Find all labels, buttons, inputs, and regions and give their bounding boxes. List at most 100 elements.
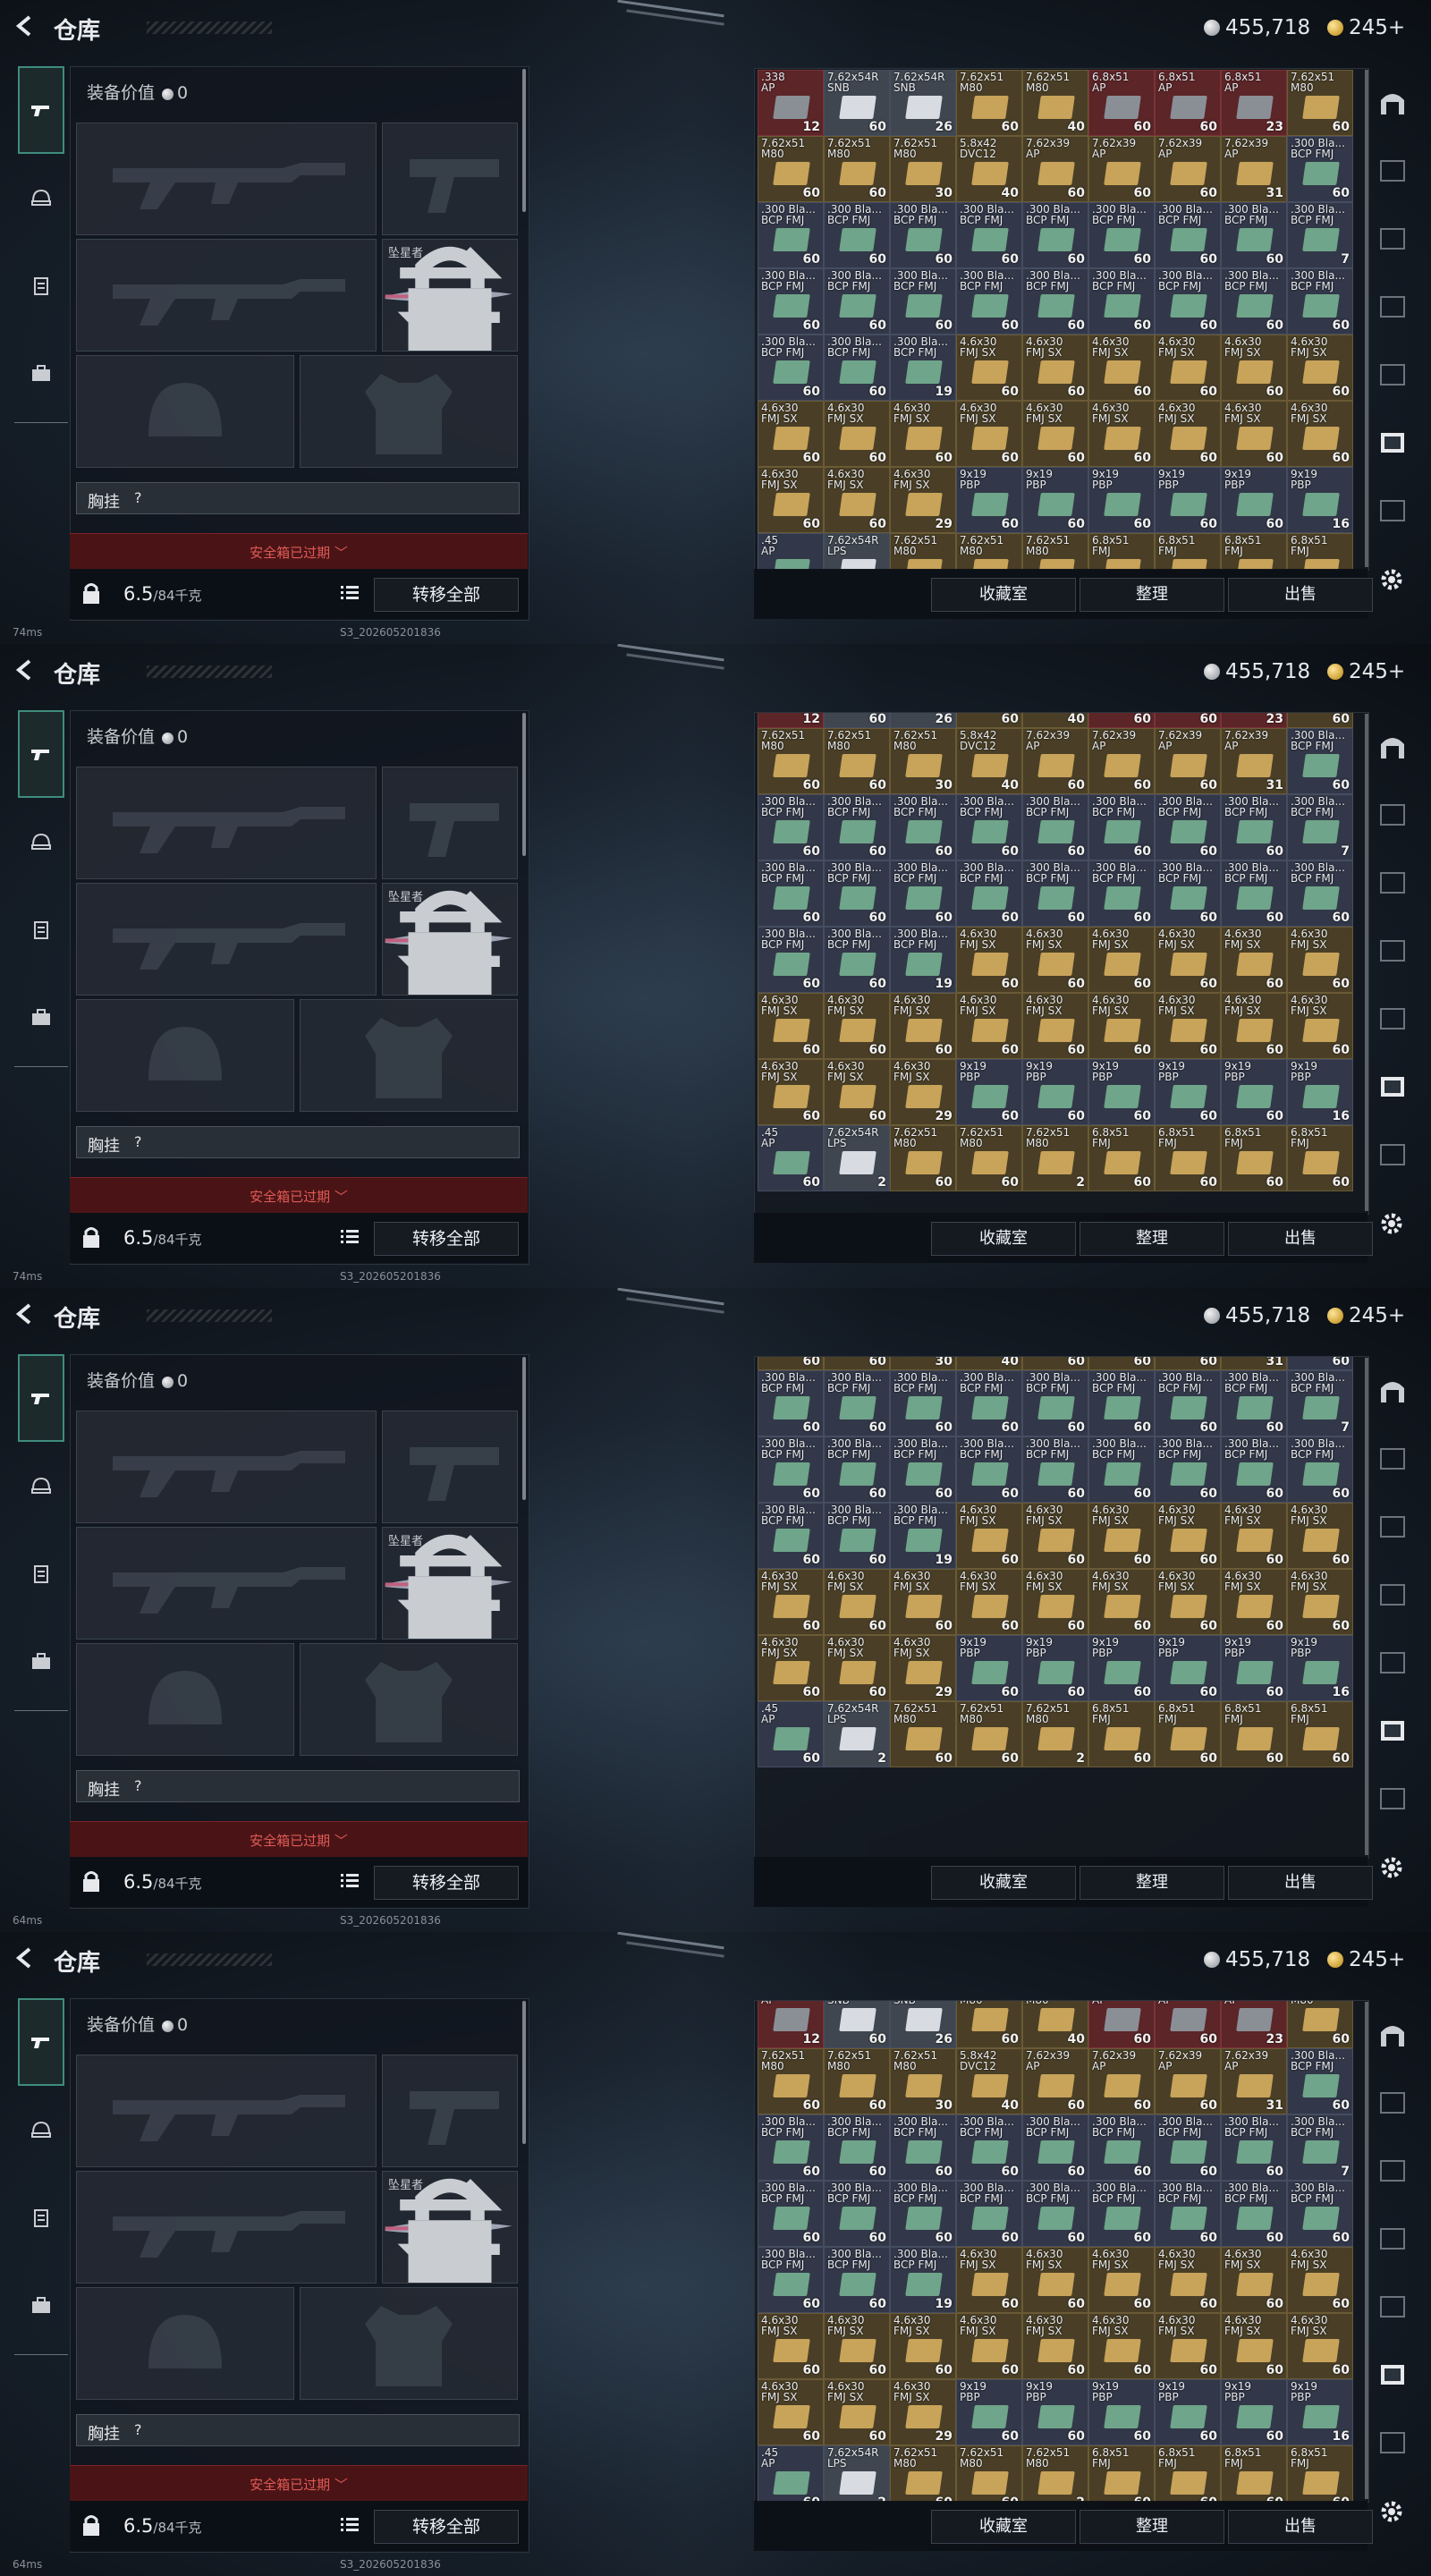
helmet-slot[interactable] bbox=[76, 1643, 294, 1756]
ammo-item[interactable]: 7.62x51M8060 bbox=[758, 728, 824, 794]
ammo-item[interactable]: 5.8x42DVC1240 bbox=[956, 2048, 1022, 2114]
ammo-item[interactable]: 7.62x39AP31 bbox=[1221, 728, 1287, 794]
ammo-item[interactable]: .300 Bla...BCP FMJ60 bbox=[824, 202, 890, 268]
ammo-item[interactable]: .300 Bla... BCP FMJ 7 bbox=[1287, 1370, 1353, 1436]
ammo-item[interactable]: 4.6x30 FMJ SX 60 bbox=[1221, 927, 1287, 993]
arch-storage-icon[interactable] bbox=[1377, 88, 1408, 118]
ammo-item[interactable]: 4.6x30 FMJ SX 60 bbox=[1287, 2313, 1353, 2379]
ammo-item[interactable]: .300 Bla...BCP FMJ60 bbox=[1287, 1436, 1353, 1503]
ammo-item[interactable]: 6.8x51FMJ60 bbox=[1221, 2445, 1287, 2502]
ammo-item[interactable]: .338AP12 bbox=[758, 70, 824, 136]
ammo-item[interactable]: 4.6x30 FMJ SX 60 bbox=[956, 401, 1022, 467]
ammo-item[interactable]: 6.8x51FMJ60 bbox=[1088, 2445, 1155, 2502]
ammo-item[interactable]: 4.6x30 FMJ SX 60 bbox=[1088, 335, 1155, 401]
ammo-item[interactable]: 6.8x51AP60 bbox=[1088, 713, 1155, 728]
chest-rig-slot[interactable]: 胸挂 ? bbox=[76, 2414, 520, 2446]
ammo-item[interactable]: 7.62x51M8040 bbox=[1022, 2001, 1088, 2048]
settings-gear-icon[interactable] bbox=[1377, 1209, 1406, 1238]
ammo-item[interactable]: 4.6x30 FMJ SX 60 bbox=[1287, 335, 1353, 401]
ammo-item[interactable]: .300 Bla...BCP FMJ60 bbox=[1287, 2048, 1353, 2114]
pistol-slot[interactable] bbox=[382, 767, 518, 879]
ammo-item[interactable]: 4.6x30 FMJ SX 60 bbox=[1155, 2313, 1221, 2379]
ammo-item[interactable]: .300 Bla... BCP FMJ 19 bbox=[890, 335, 956, 401]
ammo-item[interactable]: 5.8x42DVC1240 bbox=[956, 1357, 1022, 1370]
ammo-item[interactable]: 6.8x51FMJ60 bbox=[1287, 1701, 1353, 1767]
ammo-item[interactable]: .300 Bla...BCP FMJ60 bbox=[758, 927, 824, 993]
ammo-item[interactable]: 7.62x51M8060 bbox=[758, 2048, 824, 2114]
ammo-item[interactable]: 4.6x30 FMJ SX 60 bbox=[1022, 927, 1088, 993]
ammo-item[interactable]: 9x19 PBP 60 bbox=[1221, 2379, 1287, 2445]
list-icon[interactable] bbox=[340, 1227, 360, 1247]
ammo-item[interactable]: 7.62x51M8060 bbox=[890, 2445, 956, 2502]
nav-weapons-tab[interactable] bbox=[18, 710, 64, 798]
settings-gear-icon[interactable] bbox=[1377, 1853, 1406, 1882]
primary-weapon-slot[interactable] bbox=[76, 1411, 377, 1523]
pistol-slot[interactable] bbox=[382, 123, 518, 235]
ammo-item[interactable]: 4.6x30 FMJ SX 60 bbox=[1221, 1569, 1287, 1635]
ammo-item[interactable]: .300 Bla...BCP FMJ60 bbox=[758, 1503, 824, 1569]
secondary-weapon-slot[interactable] bbox=[76, 883, 377, 996]
nav-vest-tab[interactable] bbox=[20, 1553, 63, 1596]
ammo-item[interactable]: 4.6x30 FMJ SX 60 bbox=[824, 2313, 890, 2379]
storage-tab-active-icon[interactable] bbox=[1377, 1072, 1408, 1102]
ammo-item[interactable]: .300 Bla...BCP FMJ60 bbox=[1022, 860, 1088, 927]
ammo-item[interactable]: .300 Bla...BCP FMJ60 bbox=[824, 927, 890, 993]
ammo-item[interactable]: 6.8x51AP23 bbox=[1221, 70, 1287, 136]
ammo-item[interactable]: 7.62x54RLPS2 bbox=[824, 1701, 890, 1767]
list-icon[interactable] bbox=[340, 1871, 360, 1891]
collection-room-button[interactable]: 收藏室 bbox=[931, 2510, 1076, 2544]
ammo-item[interactable]: 9x19 PBP 60 bbox=[1155, 1059, 1221, 1125]
melee-slot[interactable]: 坠星者 bbox=[382, 239, 518, 352]
safe-box-expired-banner[interactable]: 安全箱已过期 ﹀ bbox=[70, 1821, 528, 1858]
melee-slot[interactable]: 坠星者 bbox=[382, 2171, 518, 2284]
ammo-item[interactable]: .300 Bla...BCP FMJ60 bbox=[824, 335, 890, 401]
ammo-item[interactable]: 7.62x51M8060 bbox=[824, 136, 890, 202]
ammo-item[interactable]: .300 Bla...BCP FMJ60 bbox=[758, 1370, 824, 1436]
ammo-item[interactable]: 9x19 PBP 60 bbox=[1022, 1059, 1088, 1125]
nav-backpack-tab[interactable] bbox=[20, 352, 63, 395]
storage-tab-icon[interactable] bbox=[1377, 1648, 1408, 1678]
ammo-item[interactable]: .300 Bla...BCP FMJ60 bbox=[956, 202, 1022, 268]
ammo-item[interactable]: 7.62x51M8040 bbox=[1022, 713, 1088, 728]
chest-rig-slot[interactable]: 胸挂 ? bbox=[76, 1126, 520, 1158]
ammo-item[interactable]: .300 Bla...BCP FMJ60 bbox=[1022, 2114, 1088, 2181]
collection-room-button[interactable]: 收藏室 bbox=[931, 578, 1076, 612]
ammo-item[interactable]: .300 Bla...BCP FMJ60 bbox=[1088, 860, 1155, 927]
ammo-item[interactable]: 7.62x51M802 bbox=[1022, 533, 1088, 570]
ammo-item[interactable]: 4.6x30 FMJ SX 60 bbox=[1155, 335, 1221, 401]
ammo-item[interactable]: 9x19 PBP 60 bbox=[1155, 467, 1221, 533]
ammo-item[interactable]: 9x19 PBP 60 bbox=[1155, 2379, 1221, 2445]
pistol-slot[interactable] bbox=[382, 1411, 518, 1523]
ammo-item[interactable]: 7.62x51M802 bbox=[1022, 2445, 1088, 2502]
ammo-item[interactable]: 7.62x54RLPS2 bbox=[824, 1125, 890, 1191]
sort-button[interactable]: 整理 bbox=[1080, 578, 1224, 612]
ammo-item[interactable]: .300 Bla... BCP FMJ 19 bbox=[890, 2247, 956, 2313]
ammo-item[interactable]: .300 Bla...BCP FMJ60 bbox=[1088, 2114, 1155, 2181]
ammo-item[interactable]: 7.62x51M8030 bbox=[890, 1357, 956, 1370]
arch-storage-icon[interactable] bbox=[1377, 2020, 1408, 2050]
helmet-slot[interactable] bbox=[76, 355, 294, 468]
ammo-item[interactable]: .300 Bla...BCP FMJ60 bbox=[1155, 202, 1221, 268]
ammo-item[interactable]: 4.6x30 FMJ SX 60 bbox=[1088, 1503, 1155, 1569]
storage-tab-icon[interactable] bbox=[1377, 868, 1408, 898]
ammo-item[interactable]: .300 Bla...BCP FMJ60 bbox=[824, 1503, 890, 1569]
ammo-item[interactable]: .300 Bla...BCP FMJ60 bbox=[890, 268, 956, 335]
ammo-item[interactable]: 7.62x51M8060 bbox=[758, 1357, 824, 1370]
ammo-item[interactable]: 7.62x39AP31 bbox=[1221, 136, 1287, 202]
ammo-item[interactable]: 7.62x39AP60 bbox=[1022, 2048, 1088, 2114]
ammo-item[interactable]: 4.6x30 FMJ SX 60 bbox=[1022, 335, 1088, 401]
ammo-item[interactable]: .300 Bla...BCP FMJ60 bbox=[1022, 2181, 1088, 2247]
ammo-item[interactable]: 9x19 PBP 60 bbox=[1088, 1635, 1155, 1701]
storage-tab-icon[interactable] bbox=[1377, 496, 1408, 526]
ammo-item[interactable]: 7.62x39AP60 bbox=[1155, 1357, 1221, 1370]
ammo-item[interactable]: .300 Bla... BCP FMJ 19 bbox=[890, 927, 956, 993]
secondary-weapon-slot[interactable] bbox=[76, 2171, 377, 2284]
nav-vest-tab[interactable] bbox=[20, 909, 63, 952]
ammo-item[interactable]: 7.62x51M8030 bbox=[890, 2048, 956, 2114]
ammo-item[interactable]: 7.62x54RLPS2 bbox=[824, 2445, 890, 2502]
melee-slot[interactable]: 坠星者 bbox=[382, 1527, 518, 1640]
settings-gear-icon[interactable] bbox=[1377, 2497, 1406, 2526]
ammo-item[interactable]: 7.62x39AP60 bbox=[1022, 728, 1088, 794]
sell-button[interactable]: 出售 bbox=[1228, 2510, 1373, 2544]
transfer-all-button[interactable]: 转移全部 bbox=[374, 1866, 519, 1900]
